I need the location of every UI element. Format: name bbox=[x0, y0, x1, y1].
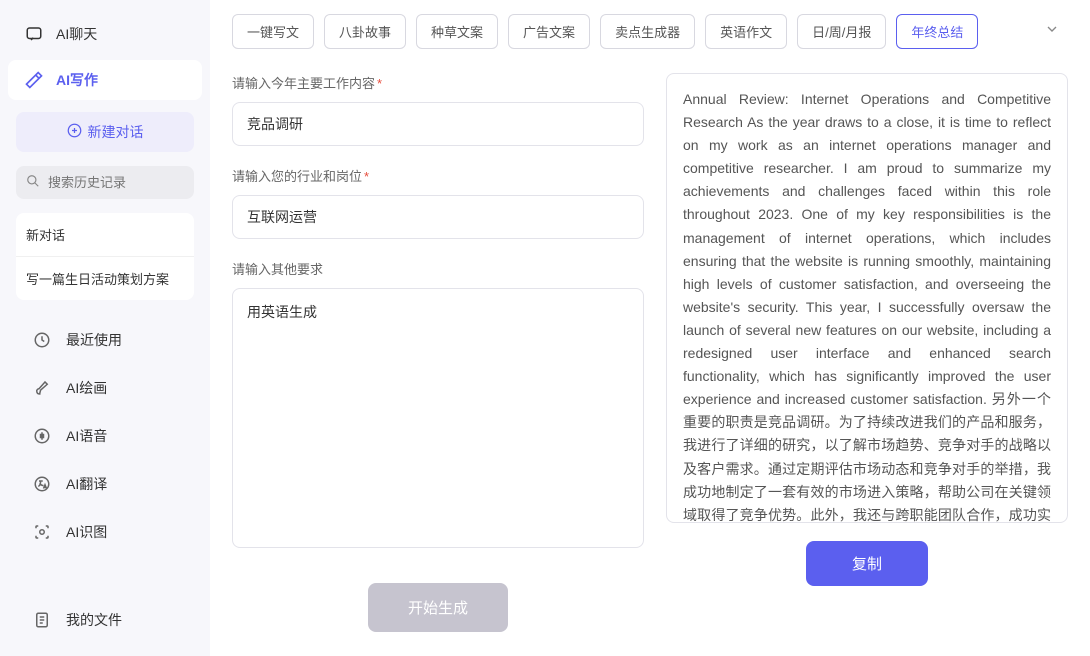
scan-icon bbox=[32, 522, 52, 542]
search-history-box[interactable] bbox=[16, 166, 194, 199]
tool-label: AI翻译 bbox=[66, 474, 107, 494]
work-content-input[interactable] bbox=[232, 102, 644, 146]
nav-label: AI聊天 bbox=[56, 24, 97, 44]
tab-english-essay[interactable]: 英语作文 bbox=[705, 14, 787, 49]
tab-seeding-copy[interactable]: 种草文案 bbox=[416, 14, 498, 49]
plus-circle-icon bbox=[67, 123, 82, 141]
tab-selling-point[interactable]: 卖点生成器 bbox=[600, 14, 695, 49]
tab-onekey-write[interactable]: 一键写文 bbox=[232, 14, 314, 49]
history-item[interactable]: 新对话 bbox=[16, 213, 194, 257]
sidebar: AI聊天 AI写作 新建对话 新对话 写一篇生日活动策划方案 最近使用 bbox=[0, 0, 210, 656]
form-label: 请输入今年主要工作内容* bbox=[232, 73, 644, 92]
nav-ai-chat[interactable]: AI聊天 bbox=[8, 14, 202, 54]
form-group-other: 请输入其他要求 bbox=[232, 259, 644, 553]
file-icon bbox=[32, 610, 52, 630]
tab-ad-copy[interactable]: 广告文案 bbox=[508, 14, 590, 49]
pen-icon bbox=[24, 70, 44, 90]
output-actions: 复制 bbox=[666, 523, 1068, 604]
sidebar-bottom: 我的文件 bbox=[8, 598, 202, 642]
waveform-icon bbox=[32, 426, 52, 446]
nav-label: AI写作 bbox=[56, 70, 98, 90]
other-requirements-input[interactable] bbox=[232, 288, 644, 548]
tab-annual-summary[interactable]: 年终总结 bbox=[896, 14, 978, 49]
output-text[interactable]: Annual Review: Internet Operations and C… bbox=[666, 73, 1068, 523]
tool-voice[interactable]: AI语音 bbox=[16, 414, 194, 458]
history-list: 新对话 写一篇生日活动策划方案 bbox=[16, 213, 194, 300]
new-conv-label: 新建对话 bbox=[88, 122, 144, 142]
content-area: 请输入今年主要工作内容* 请输入您的行业和岗位* 请输入其他要求 开始生成 An… bbox=[232, 63, 1068, 656]
tool-drawing[interactable]: AI绘画 bbox=[16, 366, 194, 410]
search-icon bbox=[26, 174, 40, 191]
new-conversation-button[interactable]: 新建对话 bbox=[16, 112, 194, 152]
tabs-expand-button[interactable] bbox=[1036, 16, 1068, 48]
tool-label: AI绘画 bbox=[66, 378, 107, 398]
output-panel: Annual Review: Internet Operations and C… bbox=[666, 63, 1068, 656]
tool-label: AI语音 bbox=[66, 426, 107, 446]
main-content: 一键写文 八卦故事 种草文案 广告文案 卖点生成器 英语作文 日/周/月报 年终… bbox=[210, 0, 1090, 656]
form-panel: 请输入今年主要工作内容* 请输入您的行业和岗位* 请输入其他要求 开始生成 bbox=[232, 63, 644, 656]
translate-icon bbox=[32, 474, 52, 494]
tab-gossip-story[interactable]: 八卦故事 bbox=[324, 14, 406, 49]
form-label: 请输入您的行业和岗位* bbox=[232, 166, 644, 185]
brush-icon bbox=[32, 378, 52, 398]
form-group-work-content: 请输入今年主要工作内容* bbox=[232, 73, 644, 146]
tab-report[interactable]: 日/周/月报 bbox=[797, 14, 886, 49]
chat-icon bbox=[24, 24, 44, 44]
copy-button[interactable]: 复制 bbox=[806, 541, 928, 586]
tool-recent[interactable]: 最近使用 bbox=[16, 318, 194, 362]
required-mark: * bbox=[377, 76, 382, 91]
history-item[interactable]: 写一篇生日活动策划方案 bbox=[16, 257, 194, 300]
required-mark: * bbox=[364, 169, 369, 184]
nav-ai-write[interactable]: AI写作 bbox=[8, 60, 202, 100]
chevron-down-icon bbox=[1044, 21, 1060, 42]
tool-label: 我的文件 bbox=[66, 610, 122, 630]
my-files[interactable]: 我的文件 bbox=[16, 598, 194, 642]
tool-label: AI识图 bbox=[66, 522, 107, 542]
clock-icon bbox=[32, 330, 52, 350]
industry-input[interactable] bbox=[232, 195, 644, 239]
generate-button[interactable]: 开始生成 bbox=[368, 583, 508, 632]
tabs-bar: 一键写文 八卦故事 种草文案 广告文案 卖点生成器 英语作文 日/周/月报 年终… bbox=[232, 14, 1068, 63]
tools-section: 最近使用 AI绘画 AI语音 AI翻译 AI识图 bbox=[8, 318, 202, 554]
tool-image-rec[interactable]: AI识图 bbox=[16, 510, 194, 554]
form-label: 请输入其他要求 bbox=[232, 259, 644, 278]
search-input[interactable] bbox=[48, 175, 224, 190]
tool-translate[interactable]: AI翻译 bbox=[16, 462, 194, 506]
form-group-industry: 请输入您的行业和岗位* bbox=[232, 166, 644, 239]
tool-label: 最近使用 bbox=[66, 330, 122, 350]
